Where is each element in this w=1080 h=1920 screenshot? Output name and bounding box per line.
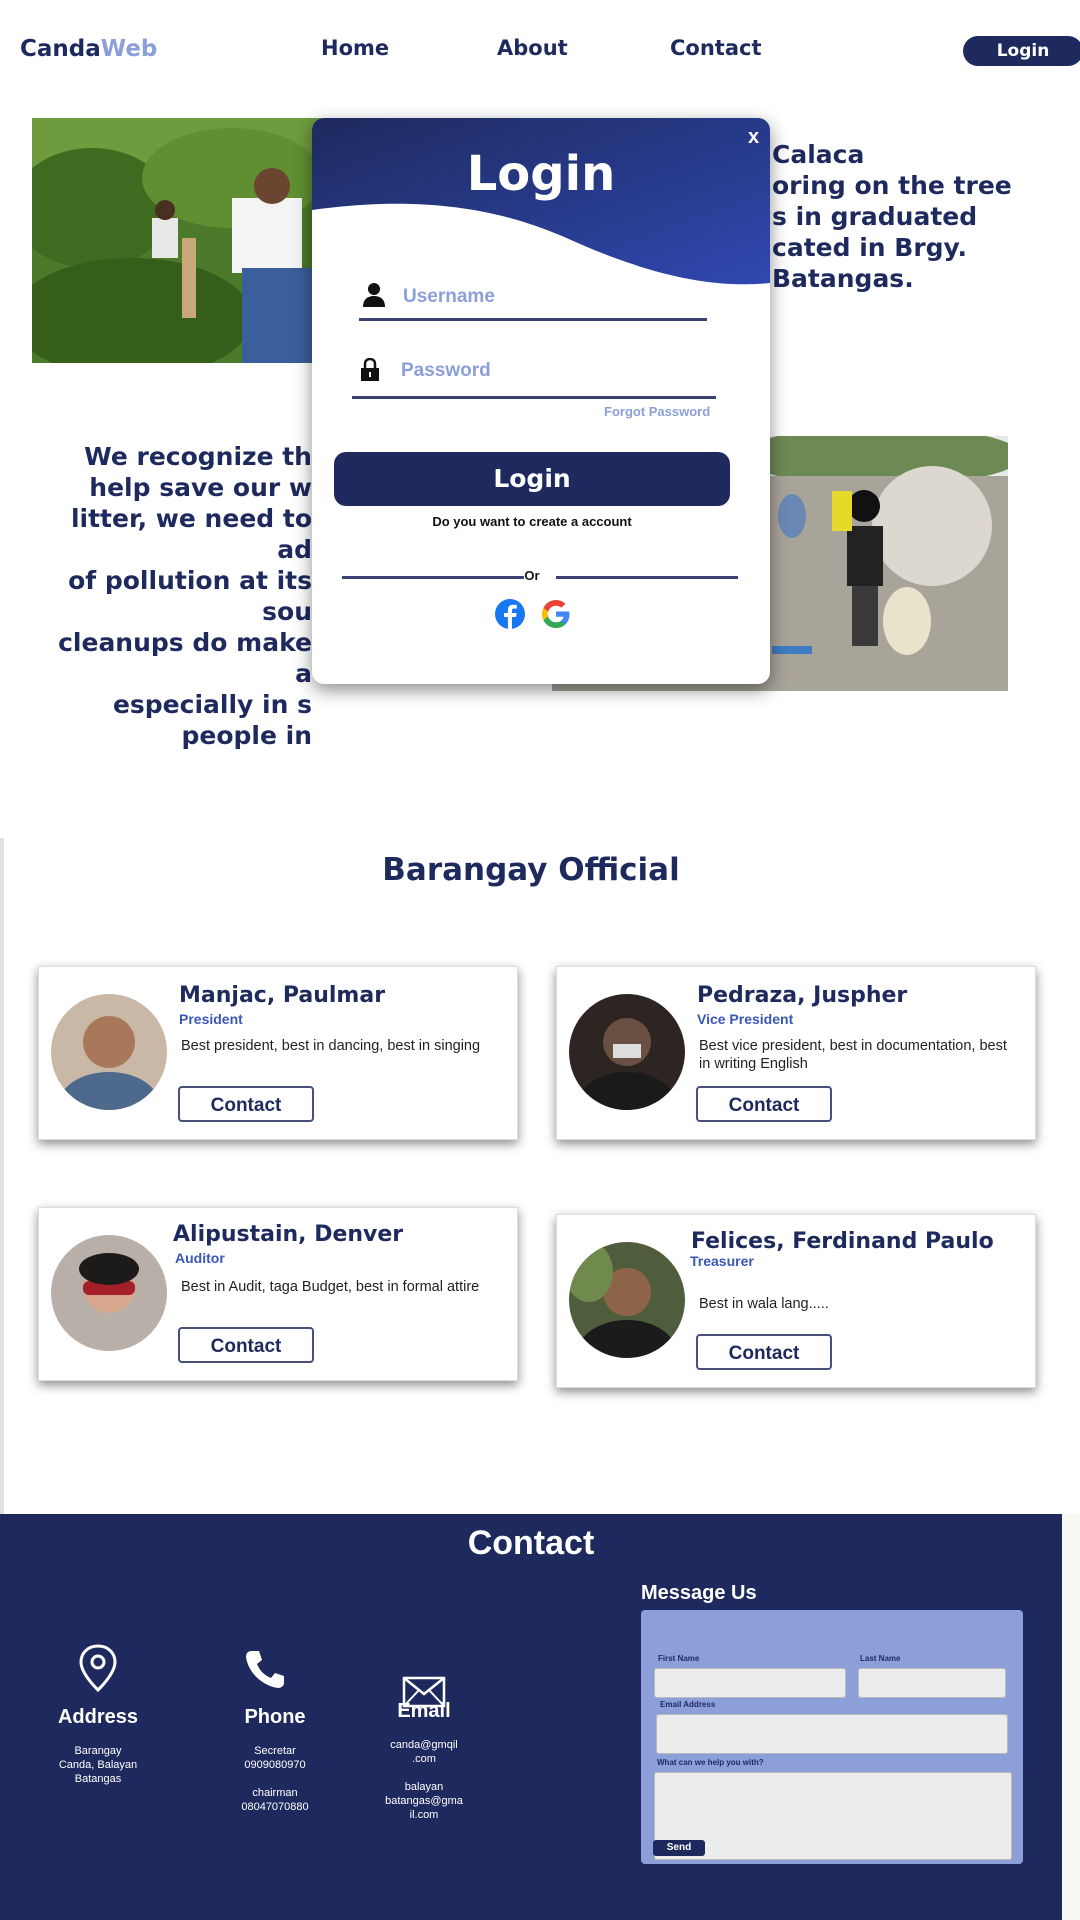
address-text: Barangay Canda, Balayan Batangas — [38, 1744, 158, 1786]
phone-line: chairman — [252, 1787, 298, 1799]
contact-button[interactable]: Contact — [178, 1086, 314, 1122]
create-account-link[interactable]: Do you want to create a account — [312, 514, 752, 529]
official-card: Pedraza, Juspher Vice President Best vic… — [556, 966, 1036, 1140]
official-role: Treasurer — [690, 1253, 754, 1269]
official-card: Manjac, Paulmar President Best president… — [38, 966, 518, 1140]
or-divider-right — [556, 576, 738, 579]
email-line: balayan — [404, 1781, 444, 1793]
help-label: What can we help you with? — [657, 1758, 764, 1767]
official-role: President — [179, 1011, 243, 1027]
email-line: batangas@gma — [385, 1795, 463, 1807]
google-icon[interactable] — [540, 598, 572, 630]
forgot-password-link[interactable]: Forgot Password — [604, 404, 710, 419]
message-us-title: Message Us — [641, 1582, 757, 1604]
official-name: Pedraza, Juspher — [697, 983, 908, 1008]
email-line: .com — [412, 1753, 436, 1765]
password-underline — [352, 396, 716, 399]
username-input[interactable]: Username — [403, 286, 495, 308]
official-description: Best vice president, best in documentati… — [699, 1038, 1007, 1072]
email-address-label: Email Address — [660, 1700, 716, 1709]
official-avatar — [569, 994, 685, 1110]
official-description: Best in Audit, taga Budget, best in form… — [181, 1279, 480, 1295]
email-line — [364, 1766, 484, 1780]
brand-name-part1: Canda — [20, 36, 101, 62]
email-line: il.com — [409, 1809, 439, 1821]
nav-contact-link[interactable]: Contact — [670, 36, 762, 60]
phone-line: Secretar — [254, 1745, 296, 1757]
about-paragraph-1: Calaca oring on the tree s in graduated … — [772, 140, 1012, 293]
contact-button[interactable]: Contact — [178, 1327, 314, 1363]
about-paragraph-2-line: help save our w — [89, 473, 312, 502]
phone-title: Phone — [244, 1706, 306, 1728]
official-card: Felices, Ferdinand Paulo Treasurer Best … — [556, 1214, 1036, 1388]
contact-button[interactable]: Contact — [696, 1086, 832, 1122]
username-underline — [359, 318, 707, 321]
officials-title: Barangay Official — [382, 852, 680, 888]
phone-text: Secretar 0909080970 chairman 08047070880 — [215, 1744, 335, 1814]
lock-icon — [360, 357, 380, 382]
about-paragraph-2: We recognize th help save our w litter, … — [40, 441, 312, 751]
about-paragraph-2-line: cleanups do make a — [58, 628, 312, 688]
address-line: Batangas — [74, 1773, 122, 1785]
address-line: Barangay — [74, 1745, 122, 1757]
official-description: Best in wala lang..... — [699, 1296, 829, 1312]
official-avatar — [51, 1235, 167, 1351]
email-text: canda@gmqil .com balayan batangas@gma il… — [364, 1738, 484, 1822]
about-paragraph-2-line: especially in s — [112, 690, 312, 719]
login-modal: x Login Username Password Forgot Passwor… — [312, 118, 770, 684]
official-name: Alipustain, Denver — [173, 1222, 404, 1247]
last-name-input[interactable] — [858, 1668, 1006, 1698]
section-divider — [0, 838, 4, 1514]
address-title: Address — [57, 1706, 139, 1728]
help-textarea[interactable] — [654, 1772, 1012, 1860]
email-line: canda@gmqil — [390, 1739, 458, 1751]
official-avatar — [51, 994, 167, 1110]
about-paragraph-2-line: litter, we need to ad — [70, 504, 312, 564]
address-line: Canda, Balayan — [58, 1759, 138, 1771]
nav-login-button[interactable]: Login — [963, 36, 1080, 66]
email-address-input[interactable] — [656, 1714, 1008, 1754]
modal-title: Login — [466, 146, 616, 202]
official-name: Manjac, Paulmar — [179, 983, 386, 1008]
brand-logo[interactable]: CandaWeb — [20, 36, 157, 62]
official-avatar — [569, 1242, 685, 1358]
brand-name-part2: Web — [100, 36, 158, 62]
official-role: Vice President — [697, 1011, 794, 1027]
first-name-label: First Name — [658, 1654, 700, 1663]
send-button[interactable]: Send — [653, 1840, 705, 1856]
facebook-icon[interactable] — [494, 598, 526, 630]
page-edge — [1062, 1514, 1080, 1920]
official-role: Auditor — [175, 1250, 225, 1266]
phone-line — [215, 1772, 335, 1786]
contact-title: Contact — [467, 1524, 595, 1562]
password-input[interactable]: Password — [401, 360, 491, 382]
about-paragraph-2-line: We recognize th — [84, 442, 312, 471]
about-paragraph-2-line: of pollution at its sou — [68, 566, 312, 626]
official-card: Alipustain, Denver Auditor Best in Audit… — [38, 1207, 518, 1381]
about-paragraph-2-line: people in — [181, 721, 312, 750]
first-name-input[interactable] — [654, 1668, 846, 1698]
phone-icon — [244, 1648, 286, 1690]
nav-home-link[interactable]: Home — [321, 36, 389, 60]
official-description: Best president, best in dancing, best in… — [181, 1038, 481, 1054]
modal-login-button[interactable]: Login — [334, 452, 730, 506]
official-name: Felices, Ferdinand Paulo — [691, 1229, 994, 1254]
phone-line: 08047070880 — [241, 1801, 309, 1813]
phone-line: 0909080970 — [244, 1759, 306, 1771]
last-name-label: Last Name — [860, 1654, 901, 1663]
modal-header-wave — [312, 118, 770, 285]
contact-button[interactable]: Contact — [696, 1334, 832, 1370]
user-icon — [362, 282, 386, 308]
nav-about-link[interactable]: About — [497, 36, 568, 60]
email-title: Email — [397, 1700, 451, 1722]
location-pin-icon — [78, 1644, 118, 1693]
